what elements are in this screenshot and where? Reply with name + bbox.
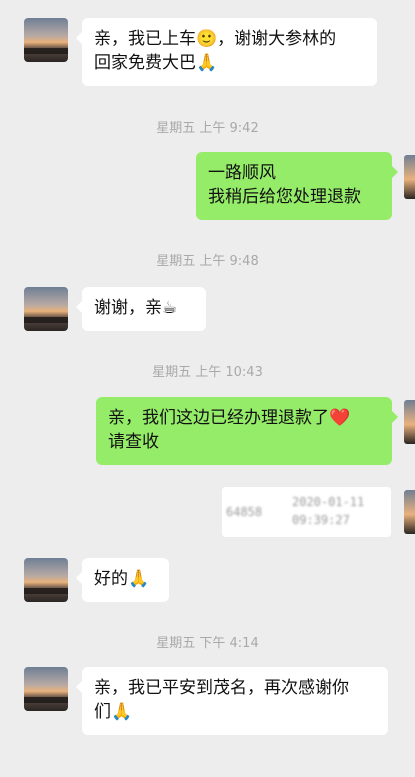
timestamp: 星期五 上午 9:48 xyxy=(156,254,259,269)
timestamp: 星期五 下午 4:14 xyxy=(156,636,259,651)
my-avatar[interactable] xyxy=(404,490,415,534)
contact-avatar[interactable] xyxy=(24,558,68,602)
blurred-time: 09:39:27 xyxy=(292,513,350,527)
blurred-code: 64858 xyxy=(226,505,263,519)
incoming-message-bubble[interactable]: 亲，我已上车🙂，谢谢大参林的 回家免费大巴🙏 xyxy=(76,18,377,86)
incoming-message-bubble[interactable]: 谢谢，亲☕ xyxy=(76,287,206,331)
contact-avatar[interactable] xyxy=(24,287,68,331)
outgoing-message-bubble[interactable]: 亲，我们这边已经办理退款了❤️ 请查收 xyxy=(96,397,398,465)
incoming-message-bubble[interactable]: 亲，我已平安到茂名，再次感谢你 们🙏 xyxy=(76,667,388,735)
blurred-date: 2020-01-11 xyxy=(292,495,365,509)
incoming-message-bubble[interactable]: 好的🙏 xyxy=(76,558,169,602)
timestamp: 星期五 上午 9:42 xyxy=(156,121,259,136)
contact-avatar[interactable] xyxy=(24,667,68,711)
image-message[interactable]: 64858 2020-01-11 09:39:27 xyxy=(222,487,391,537)
outgoing-message-bubble[interactable]: 一路顺风 我稍后给您处理退款 xyxy=(196,152,398,220)
my-avatar[interactable] xyxy=(404,400,415,444)
timestamp: 星期五 上午 10:43 xyxy=(152,365,263,380)
my-avatar[interactable] xyxy=(404,155,415,199)
contact-avatar[interactable] xyxy=(24,18,68,62)
